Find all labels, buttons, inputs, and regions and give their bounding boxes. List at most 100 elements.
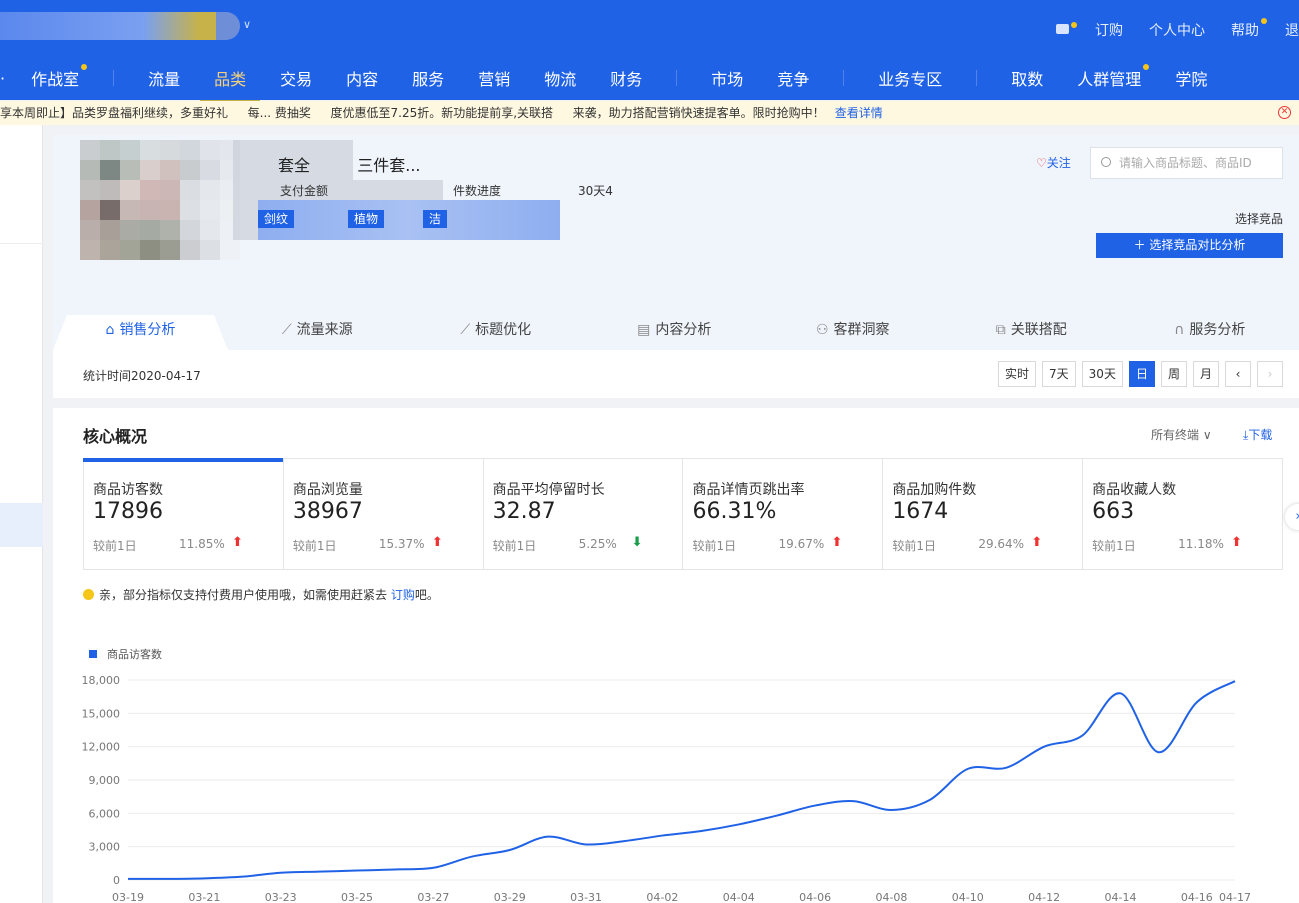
- arrow-up-icon: ⬆: [1231, 535, 1243, 550]
- arrow-up-icon: ⬆: [232, 535, 243, 550]
- date-button[interactable]: 周: [1160, 361, 1187, 387]
- follow-button[interactable]: ♡关注: [1036, 154, 1071, 171]
- date-row: 统计时间2020-04-17 实时 7天 30天日周月 ‹ ›: [53, 350, 1299, 398]
- x-tick-label: 04-17: [1219, 891, 1251, 903]
- sidebar-item-active[interactable]: [0, 503, 43, 547]
- nav-item[interactable]: 服务: [412, 66, 444, 90]
- date-button[interactable]: 日: [1128, 361, 1155, 387]
- tab-5[interactable]: ⧉ 关联搭配: [942, 315, 1121, 350]
- metric-name: 商品详情页跳出率: [692, 482, 805, 498]
- trend-icon: ⟋: [281, 322, 292, 338]
- chevron-down-icon[interactable]: ∨: [243, 18, 251, 31]
- metric-change: 29.64%: [978, 537, 1025, 551]
- x-tick-label: 03-19: [112, 891, 144, 903]
- nav-item[interactable]: 流量: [148, 66, 180, 90]
- arrow-up-icon: ⬆: [431, 535, 443, 550]
- metric-compare-label: 较前1日: [892, 539, 936, 553]
- metric-card[interactable]: 商品详情页跳出率 66.31% 较前1日 19.67% ⬆: [683, 459, 884, 569]
- legend-label[interactable]: 商品访客数: [107, 647, 162, 661]
- tab-6[interactable]: ∩ 服务分析: [1121, 315, 1299, 350]
- tab-1[interactable]: ⟋ 流量来源: [228, 315, 407, 350]
- metric-name: 商品加购件数: [892, 482, 977, 498]
- nav-item[interactable]: 市场: [711, 66, 743, 90]
- prev-date-button[interactable]: ‹: [1225, 361, 1251, 387]
- close-icon[interactable]: ✕: [1278, 106, 1291, 119]
- x-tick-label: 04-02: [646, 891, 678, 903]
- next-date-button[interactable]: ›: [1257, 361, 1283, 387]
- metric-value: 663: [1092, 499, 1135, 524]
- tab-2[interactable]: ⟋ 标题优化: [407, 315, 586, 350]
- heart-icon: ♡: [1036, 156, 1047, 170]
- nav-item[interactable]: 取数: [1011, 66, 1043, 90]
- tag: 植物: [348, 210, 385, 228]
- x-tick-label: 04-16: [1181, 891, 1213, 903]
- product-search-input[interactable]: 请输入商品标题、商品ID: [1090, 147, 1283, 179]
- nav-item[interactable]: 物流: [544, 66, 576, 90]
- logo[interactable]: [0, 12, 240, 40]
- x-tick-label: 03-27: [417, 891, 449, 903]
- terminal-select[interactable]: 所有终端 ∨: [1151, 426, 1212, 443]
- subscribe-link[interactable]: 订购: [391, 588, 415, 602]
- metric-name: 商品访客数: [93, 482, 163, 498]
- nav-item[interactable]: 内容: [346, 66, 378, 90]
- stat-time: 统计时间2020-04-17: [83, 369, 201, 383]
- nav-item[interactable]: 作战室: [31, 64, 88, 90]
- sidebar: [0, 125, 43, 903]
- download-button[interactable]: ⤓下载: [1243, 426, 1272, 443]
- tab-0[interactable]: ⌂ 销售分析: [53, 315, 228, 350]
- x-tick-label: 03-31: [570, 891, 602, 903]
- arrow-down-icon: ⬇: [631, 535, 643, 550]
- nav-item[interactable]: 竞争: [777, 66, 809, 90]
- y-tick-label: 3,000: [89, 841, 121, 854]
- nav-item[interactable]: 人群管理: [1077, 64, 1150, 90]
- pay-amount-label: 支付金额: [280, 184, 329, 198]
- metric-name: 商品平均停留时长: [492, 482, 605, 498]
- metric-compare-label: 较前1日: [692, 539, 737, 553]
- metric-card[interactable]: 商品收藏人数 663 较前1日 11.18% ⬆: [1083, 459, 1282, 569]
- date-button[interactable]: 7天: [1042, 361, 1076, 387]
- notice-details-link[interactable]: 查看详情: [835, 106, 883, 120]
- y-tick-label: 0: [113, 874, 120, 887]
- metric-change: 11.85%: [179, 537, 225, 551]
- subscribe-link[interactable]: 订购: [1095, 20, 1123, 40]
- chevron-right-icon[interactable]: ›: [1285, 504, 1299, 530]
- y-tick-label: 6,000: [89, 807, 121, 820]
- metric-card[interactable]: 商品浏览量 38967 较前1日 15.37% ⬆: [284, 459, 484, 569]
- x-tick-label: 04-10: [952, 891, 984, 903]
- help-link[interactable]: 帮助: [1231, 18, 1267, 40]
- nav-item[interactable]: 品类: [200, 66, 261, 104]
- logout-link[interactable]: 退: [1285, 20, 1299, 40]
- date-button[interactable]: 30天: [1081, 361, 1123, 387]
- date-button[interactable]: 实时: [998, 361, 1037, 387]
- x-tick-label: 03-21: [188, 891, 220, 903]
- tab-4[interactable]: ⚇ 客群洞察: [764, 315, 943, 350]
- y-tick-label: 18,000: [82, 674, 121, 687]
- metric-change: 5.25%: [578, 537, 617, 551]
- metric-value: 66.31%: [692, 499, 777, 524]
- metric-compare-label: 较前1日: [1092, 539, 1136, 553]
- metric-name: 商品浏览量: [292, 482, 363, 498]
- nav-item[interactable]: 营销: [478, 66, 510, 90]
- nav-item[interactable]: 交易: [280, 66, 312, 90]
- metric-compare-label: 较前1日: [93, 539, 137, 553]
- date-button[interactable]: 月: [1192, 361, 1219, 387]
- nav-item[interactable]: 财务: [610, 66, 642, 90]
- metric-card[interactable]: 商品加购件数 1674 较前1日 29.64% ⬆: [883, 459, 1084, 569]
- x-tick-label: 04-06: [799, 891, 831, 903]
- product-title[interactable]: 套全 三件套...: [278, 152, 421, 176]
- section-title: 核心概况: [83, 427, 148, 446]
- metric-value: 32.87: [492, 499, 556, 524]
- legend-swatch[interactable]: [89, 650, 97, 658]
- headset-icon: ∩: [1174, 322, 1185, 338]
- x-tick-label: 04-14: [1104, 891, 1136, 903]
- mail-icon[interactable]: [1056, 22, 1077, 34]
- metric-card[interactable]: 商品平均停留时长 32.87 较前1日 5.25% ⬇: [484, 459, 684, 569]
- compare-competitor-button[interactable]: ＋ 选择竞品对比分析: [1096, 233, 1283, 258]
- nav-item[interactable]: 学院: [1175, 66, 1207, 90]
- nav-item[interactable]: 业务专区: [878, 66, 942, 90]
- y-tick-label: 12,000: [82, 741, 121, 754]
- y-tick-label: 9,000: [89, 774, 121, 787]
- metric-card[interactable]: 商品访客数 17896 较前1日 11.85% ⬆: [83, 458, 284, 569]
- personal-center-link[interactable]: 个人中心: [1149, 20, 1205, 40]
- tab-3[interactable]: ▤ 内容分析: [585, 315, 764, 350]
